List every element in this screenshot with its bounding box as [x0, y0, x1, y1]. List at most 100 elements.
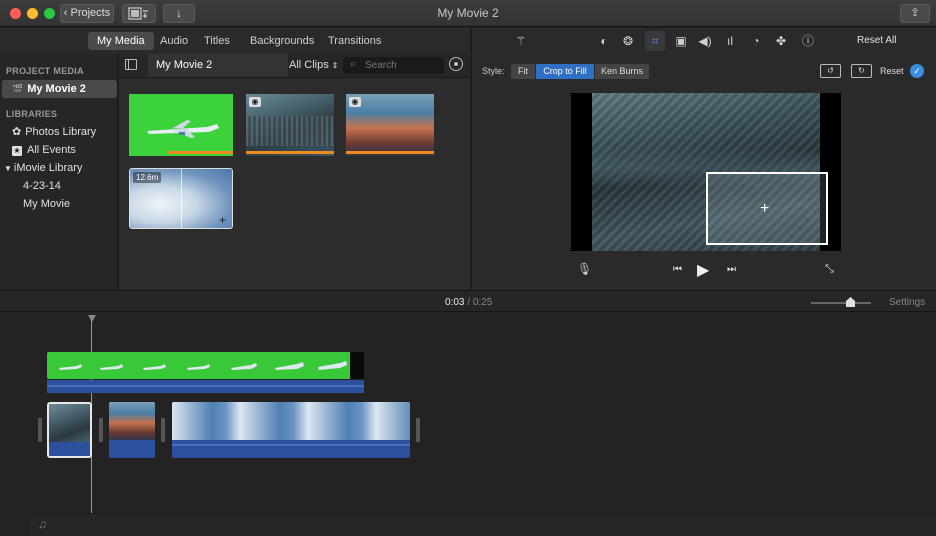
- libraries-sidebar: PROJECT MEDIA 🎬 My Movie 2 LIBRARIES ✿ Pho…: [0, 54, 118, 290]
- timeline-clip-clouds[interactable]: [172, 402, 410, 458]
- style-crop-to-fill-button[interactable]: Crop to Fill: [536, 64, 594, 79]
- fullscreen-icon[interactable]: ⤡: [825, 263, 834, 276]
- sidebar-item-event-4-23-14[interactable]: 4-23-14: [23, 178, 61, 194]
- skimmer-line: [181, 169, 182, 228]
- current-time: 0:03: [445, 297, 465, 308]
- background-music-track[interactable]: ♫: [30, 513, 936, 536]
- tab-audio[interactable]: Audio: [151, 32, 197, 50]
- timeline-clip-mountain[interactable]: [109, 402, 155, 458]
- sidebar-item-project-label: My Movie 2: [27, 83, 86, 95]
- color-balance-icon[interactable]: ◐: [596, 33, 612, 49]
- sidebar-item-my-movie[interactable]: My Movie: [23, 196, 70, 212]
- tab-titles[interactable]: Titles: [195, 32, 239, 50]
- browser-project-name: My Movie 2: [156, 59, 213, 71]
- clip-filter-icon[interactable]: ✤: [773, 33, 789, 49]
- import-button[interactable]: ↓: [163, 4, 195, 23]
- sidebar-toggle-icon[interactable]: [125, 59, 137, 70]
- libraries-header: LIBRARIES: [6, 109, 58, 119]
- zoom-slider-track[interactable]: [811, 302, 871, 304]
- crop-icon[interactable]: ⌗: [645, 31, 665, 51]
- stabilization-icon[interactable]: ▣: [673, 33, 689, 49]
- projects-label: Projects: [70, 7, 111, 19]
- clip-trim-handle[interactable]: [161, 418, 165, 442]
- close-window-button[interactable]: [10, 8, 21, 19]
- skip-back-icon[interactable]: ⏮: [673, 264, 682, 275]
- magic-wand-icon[interactable]: ⚚: [513, 33, 529, 49]
- sidebar-item-photos-library[interactable]: ✿ Photos Library: [12, 124, 96, 140]
- projects-button[interactable]: ‹ Projects: [60, 4, 114, 23]
- share-button[interactable]: ⇪: [900, 4, 930, 23]
- tab-backgrounds[interactable]: Backgrounds: [241, 32, 323, 50]
- download-arrow-icon: ↓: [176, 6, 182, 20]
- clip-usage-bar: [346, 151, 434, 154]
- photos-icon: ✿: [12, 126, 22, 138]
- rotate-right-icon[interactable]: ↻: [851, 64, 872, 78]
- crop-center-crosshair-icon: +: [760, 200, 770, 217]
- style-fit-button[interactable]: Fit: [511, 64, 535, 79]
- browser-tabs: My Media Audio Titles Backgrounds Transi…: [0, 28, 470, 54]
- updown-chevron-icon: ⇕: [331, 61, 339, 70]
- volume-icon[interactable]: ◀): [697, 33, 713, 49]
- clip-end-black: [350, 352, 364, 379]
- add-clip-icon[interactable]: +: [219, 213, 226, 227]
- greenscreen-audio-track[interactable]: [47, 380, 364, 393]
- crop-rectangle[interactable]: +: [706, 172, 828, 245]
- sidebar-item-imovie-library[interactable]: ▼ iMovie Library: [4, 160, 82, 176]
- camera-icon: ◉: [349, 97, 361, 107]
- playhead-handle-icon[interactable]: [88, 315, 96, 323]
- timeline-settings-button[interactable]: Settings: [889, 297, 925, 308]
- tab-transitions[interactable]: Transitions: [319, 32, 390, 50]
- tab-my-media[interactable]: My Media: [88, 32, 154, 50]
- clip-usage-bar: [167, 151, 233, 154]
- airplane-filmstrip: [59, 361, 347, 370]
- clip-trim-handle[interactable]: [99, 418, 103, 442]
- sidebar-item-label: iMovie Library: [13, 162, 83, 174]
- clip-thumbnail-mountain-aerial[interactable]: ◉: [346, 94, 434, 156]
- equalizer-icon[interactable]: ıl: [722, 33, 738, 49]
- clip-thumbnail-greenscreen[interactable]: [129, 94, 233, 156]
- apply-checkmark-icon[interactable]: ✓: [910, 64, 924, 78]
- speed-icon[interactable]: ◔: [748, 33, 764, 49]
- play-button[interactable]: ▶: [697, 260, 709, 280]
- microphone-icon[interactable]: 🎙: [577, 262, 592, 276]
- skip-forward-icon[interactable]: ⏭: [727, 264, 736, 275]
- greenscreen-clip[interactable]: [47, 352, 352, 379]
- minimize-window-button[interactable]: [27, 8, 38, 19]
- title-bar: ‹ Projects ↓ My Movie 2 ⇪: [0, 0, 936, 27]
- chevron-left-icon: ‹: [63, 7, 68, 19]
- gear-icon[interactable]: [449, 57, 463, 71]
- sidebar-project-row[interactable]: 🎬 My Movie 2: [12, 81, 86, 97]
- info-icon[interactable]: ⓘ: [800, 33, 816, 49]
- sidebar-item-all-events[interactable]: ★ All Events: [12, 142, 76, 158]
- rotate-left-icon[interactable]: ↺: [820, 64, 841, 78]
- color-correction-icon[interactable]: ❂: [620, 33, 636, 49]
- clip-duration-badge: 12.6m: [133, 172, 162, 183]
- clip-thumbnail-city-aerial[interactable]: ◉: [246, 94, 334, 156]
- sidebar-item-label: Photos Library: [25, 126, 97, 138]
- zoom-window-button[interactable]: [44, 8, 55, 19]
- reset-button[interactable]: Reset: [880, 66, 904, 76]
- project-media-header: PROJECT MEDIA: [6, 66, 84, 76]
- filmstrip-icon: [128, 7, 148, 20]
- style-label: Style:: [482, 66, 505, 76]
- clip-trim-handle[interactable]: [416, 418, 420, 442]
- clip-thumbnail-clouds[interactable]: 12.6m +: [129, 168, 233, 229]
- time-separator: /: [467, 297, 471, 308]
- camera-icon: ◉: [249, 97, 261, 107]
- search-input[interactable]: Search: [343, 57, 444, 74]
- clip-usage-bar: [246, 151, 334, 154]
- disclosure-triangle-icon[interactable]: ▼: [4, 164, 12, 173]
- clip-filter-select[interactable]: All Clips ⇕: [289, 59, 339, 71]
- search-icon: ⌕: [350, 58, 357, 70]
- timeline-clip-city-selected[interactable]: [47, 402, 92, 458]
- city-texture: [246, 116, 334, 146]
- total-time: 0:25: [472, 297, 493, 308]
- reset-all-button[interactable]: Reset All: [857, 35, 896, 46]
- clip-audio-waveform: [172, 444, 410, 446]
- zoom-slider-knob[interactable]: [846, 297, 855, 307]
- media-import-view-button[interactable]: [122, 4, 156, 23]
- style-ken-burns-button[interactable]: Ken Burns: [595, 64, 649, 79]
- clip-trim-handle[interactable]: [38, 418, 42, 442]
- share-icon: ⇪: [910, 7, 920, 19]
- clip-filter-value: All Clips: [289, 59, 329, 71]
